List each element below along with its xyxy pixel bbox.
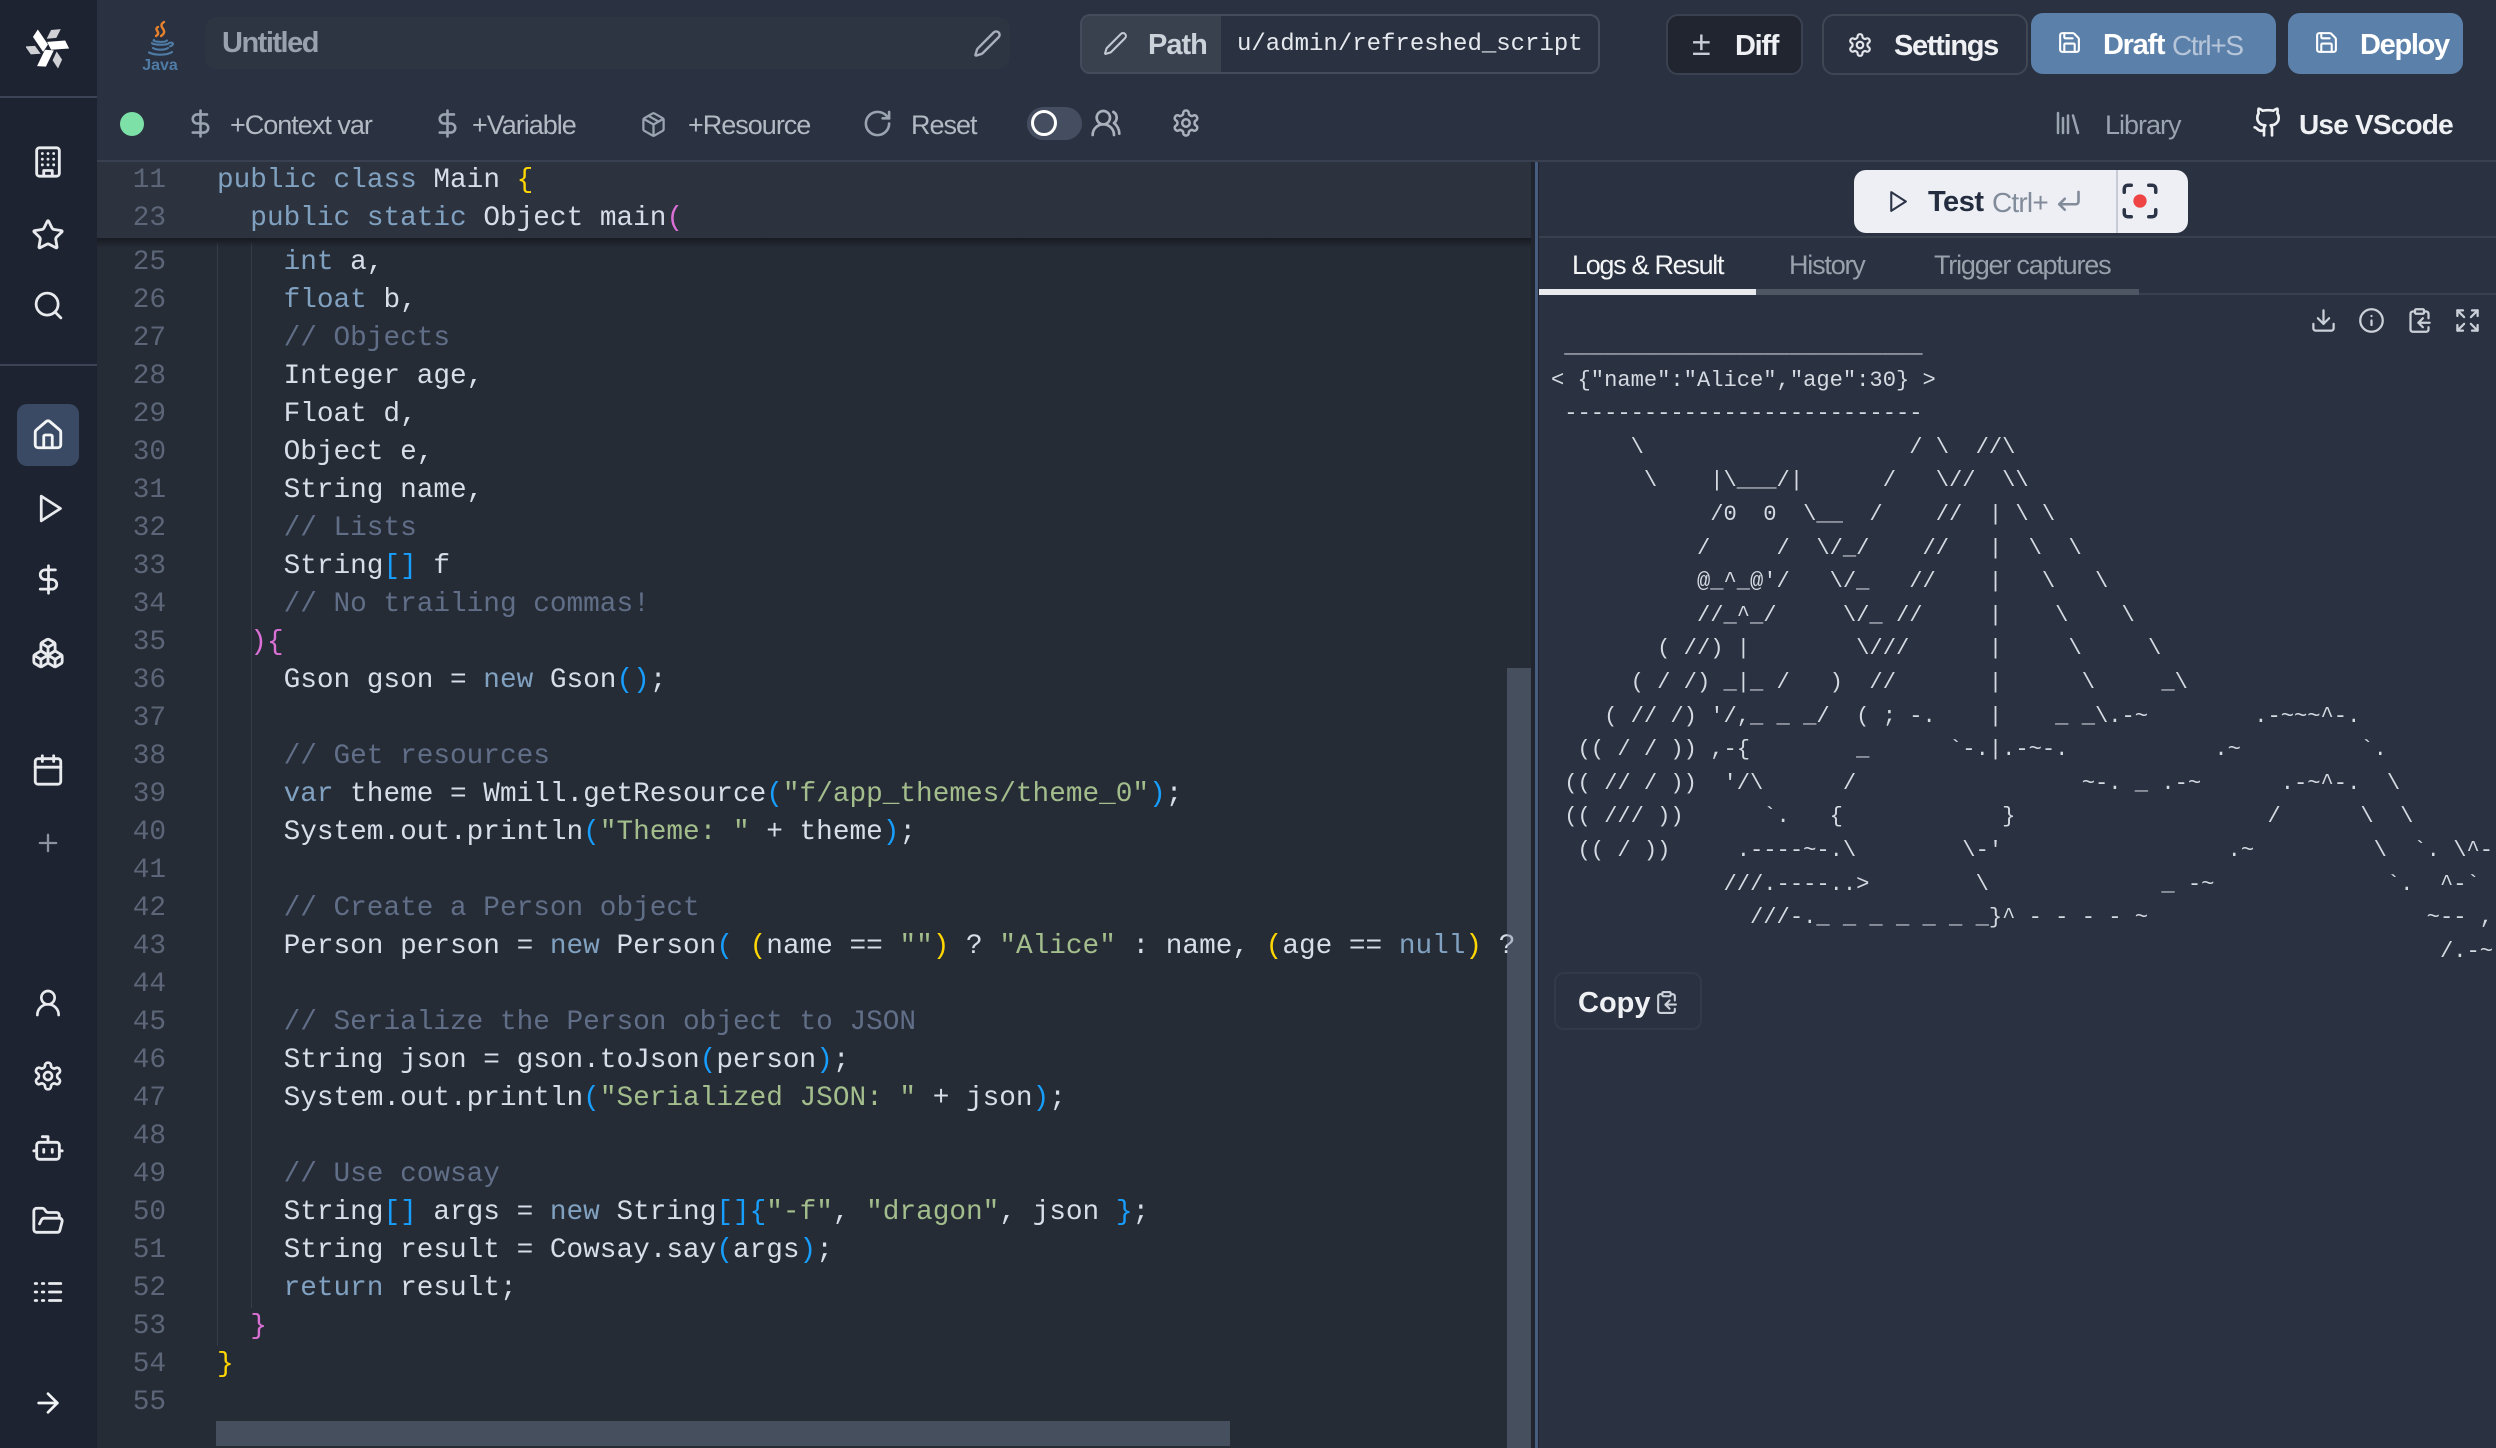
svg-text:Java: Java xyxy=(142,57,178,74)
